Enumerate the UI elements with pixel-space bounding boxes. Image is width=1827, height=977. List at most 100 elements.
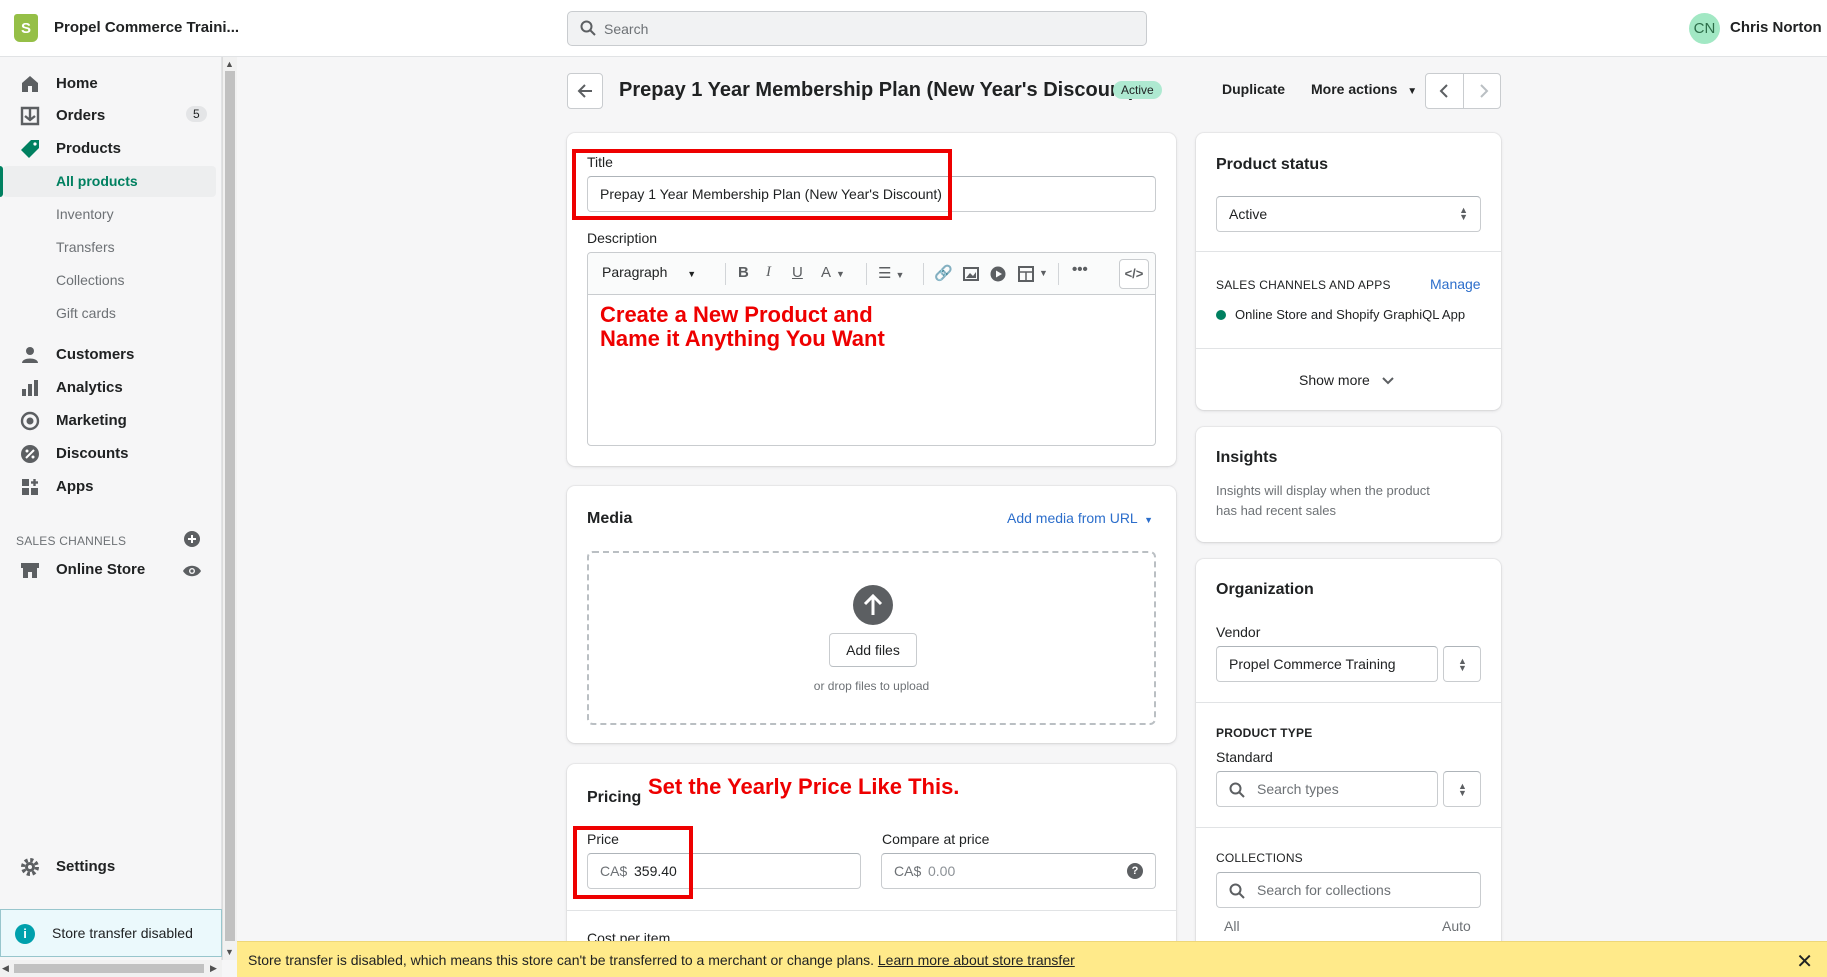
add-circle-icon[interactable]	[183, 530, 201, 548]
store-transfer-banner: Store transfer is disabled, which means …	[237, 941, 1827, 977]
horizontal-scrollbar-thumb[interactable]	[14, 964, 204, 973]
align-icon[interactable]: ☰ ▼	[878, 264, 904, 282]
duplicate-button[interactable]: Duplicate	[1222, 81, 1285, 97]
sidebar-item-products[interactable]: Products	[0, 133, 213, 164]
help-icon[interactable]: ?	[1127, 863, 1143, 879]
sidebar-item-label: Discounts	[56, 445, 129, 462]
product-status-card	[1196, 133, 1501, 410]
top-bar: S Propel Commerce Traini... Search CN Ch…	[0, 0, 1827, 57]
pricing-title: Pricing	[587, 789, 642, 806]
toolbar-divider	[866, 263, 867, 285]
sidebar-item-customers[interactable]: Customers	[0, 339, 213, 370]
sidebar-item-orders[interactable]: Orders 5	[0, 100, 213, 131]
more-actions-label: More actions	[1311, 81, 1398, 97]
sidebar-item-inventory[interactable]: Inventory	[0, 199, 213, 230]
gear-icon	[21, 858, 39, 876]
price-highlight-box	[573, 826, 693, 899]
sidebar-horizontal-scrollbar[interactable]: ◀ ▶	[0, 960, 222, 977]
chevron-left-icon[interactable]	[1438, 84, 1452, 98]
sidebar-item-all-products[interactable]: All products	[0, 166, 216, 197]
table-caret-icon[interactable]: ▼	[1039, 268, 1048, 278]
sidebar-item-collections[interactable]: Collections	[0, 265, 213, 296]
annotation-line-2: Name it Anything You Want	[600, 326, 885, 351]
avatar[interactable]: CN	[1689, 13, 1720, 44]
collections-tab-auto[interactable]: Auto	[1442, 918, 1471, 934]
sidebar-item-transfers[interactable]: Transfers	[0, 232, 213, 263]
italic-icon[interactable]: I	[766, 264, 771, 281]
show-more-button[interactable]: Show more	[1299, 372, 1394, 388]
channel-status-dot	[1216, 310, 1226, 320]
sidebar-item-settings[interactable]: Settings	[0, 851, 213, 882]
sidebar-item-label: Gift cards	[56, 305, 116, 321]
shopify-logo-icon[interactable]: S	[14, 14, 38, 42]
more-options-icon[interactable]: •••	[1072, 261, 1088, 278]
collections-search[interactable]: Search for collections	[1216, 872, 1481, 908]
collections-tab-all[interactable]: All	[1224, 918, 1240, 934]
scroll-left-arrow-icon[interactable]: ◀	[2, 963, 9, 974]
manage-link[interactable]: Manage	[1430, 276, 1481, 292]
add-media-url-link[interactable]: Add media from URL ▼	[1007, 510, 1153, 526]
paragraph-select[interactable]: Paragraph ▼	[602, 264, 696, 280]
scroll-down-arrow-icon[interactable]: ▼	[225, 947, 234, 957]
sidebar-item-analytics[interactable]: Analytics	[0, 372, 213, 403]
sidebar-item-discounts[interactable]: Discounts	[0, 438, 213, 469]
sidebar-item-home[interactable]: Home	[0, 68, 213, 99]
orders-icon	[20, 106, 40, 126]
sidebar: Home Orders 5 Products All products Inve…	[0, 57, 222, 977]
link-icon[interactable]: 🔗	[934, 264, 953, 282]
sidebar-scrollbar[interactable]: ▲ ▼	[222, 57, 237, 960]
eye-icon[interactable]	[182, 564, 202, 578]
user-name[interactable]: Chris Norton	[1730, 19, 1822, 36]
vendor-input[interactable]: Propel Commerce Training	[1216, 646, 1438, 682]
status-select[interactable]: Active ▲ ▼	[1216, 196, 1481, 232]
sidebar-item-label: Settings	[56, 858, 116, 875]
learn-more-link[interactable]: Learn more about store transfer	[878, 952, 1075, 968]
sidebar-item-label: Orders	[56, 107, 106, 124]
sidebar-item-label: All products	[56, 173, 138, 189]
text-color-icon[interactable]: A ▼	[821, 264, 845, 281]
scroll-up-arrow-icon[interactable]: ▲	[225, 59, 234, 69]
vendor-select-button[interactable]: ▲ ▼	[1443, 646, 1481, 682]
close-icon[interactable]: ✕	[1796, 949, 1813, 974]
search-placeholder: Search	[604, 21, 649, 37]
sidebar-item-label: Transfers	[56, 239, 115, 255]
sidebar-scrollbar-thumb[interactable]	[225, 71, 235, 941]
table-icon[interactable]	[1018, 266, 1034, 282]
store-name[interactable]: Propel Commerce Traini...	[54, 19, 239, 36]
editor-toolbar: Paragraph ▼ B I U A ▼ ☰ ▼ 🔗 ▼ ••• </>	[588, 253, 1155, 295]
sidebar-item-label: Online Store	[56, 561, 146, 578]
more-actions-button[interactable]: More actions ▼	[1311, 81, 1417, 97]
product-type-select-button[interactable]: ▲ ▼	[1443, 771, 1481, 807]
sidebar-item-gift-cards[interactable]: Gift cards	[0, 298, 213, 329]
underline-icon[interactable]: U	[792, 264, 803, 281]
channel-name: Online Store and Shopify GraphiQL App	[1235, 307, 1466, 322]
back-button[interactable]	[567, 73, 603, 109]
info-icon: i	[15, 924, 35, 944]
video-icon[interactable]	[990, 266, 1006, 282]
sidebar-item-apps[interactable]: Apps	[0, 471, 213, 502]
status-badge: Active	[1113, 81, 1162, 99]
add-files-button[interactable]: Add files	[829, 633, 917, 667]
compare-price-placeholder: 0.00	[928, 863, 956, 879]
sidebar-item-label: Products	[56, 140, 122, 157]
pricing-divider	[567, 910, 1176, 911]
tag-icon	[21, 140, 39, 158]
scroll-right-arrow-icon[interactable]: ▶	[210, 963, 217, 974]
chevron-right-icon[interactable]	[1476, 84, 1490, 98]
select-arrows-icon: ▲ ▼	[1459, 205, 1468, 222]
sidebar-item-label: Customers	[56, 346, 135, 363]
search-icon	[1229, 883, 1245, 899]
image-icon[interactable]	[963, 266, 979, 282]
sidebar-item-marketing[interactable]: Marketing	[0, 405, 213, 436]
media-dropzone[interactable]: Add files or drop files to upload	[587, 551, 1156, 725]
product-type-search[interactable]: Search types	[1216, 771, 1438, 807]
product-type-divider	[1196, 827, 1501, 828]
person-icon	[22, 347, 38, 363]
status-select-value: Active	[1229, 206, 1268, 222]
store-transfer-status[interactable]: i Store transfer disabled	[0, 909, 222, 957]
select-arrows-icon: ▲ ▼	[1458, 656, 1467, 673]
code-view-icon[interactable]: </>	[1119, 259, 1149, 289]
search-input[interactable]: Search	[567, 11, 1147, 46]
bold-icon[interactable]: B	[738, 264, 749, 281]
compare-price-input[interactable]: CA$ 0.00 ?	[881, 853, 1156, 889]
